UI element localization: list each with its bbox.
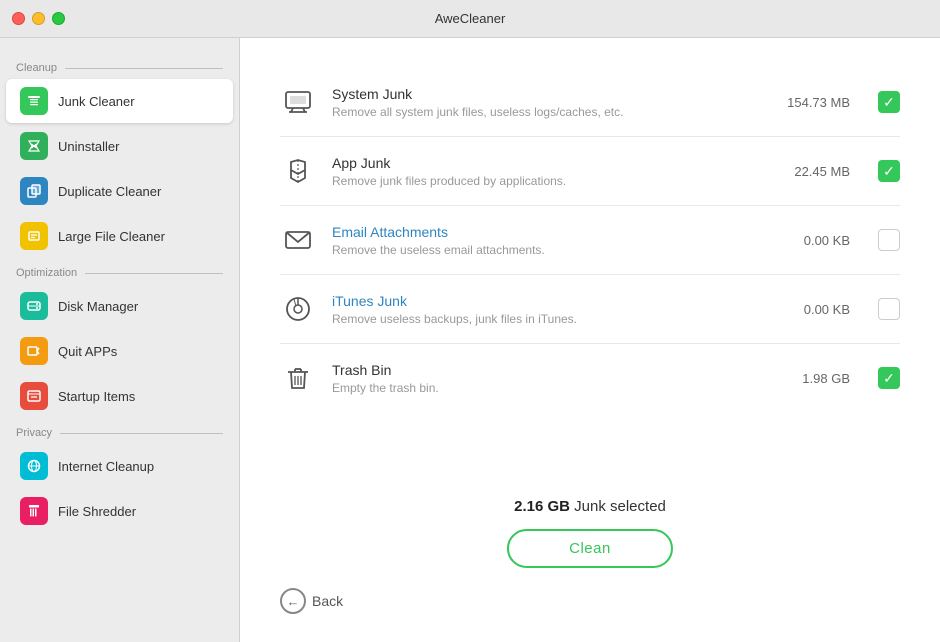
minimize-button[interactable] (32, 12, 45, 25)
trash-bin-desc: Empty the trash bin. (332, 381, 764, 395)
app-junk-icon (280, 153, 316, 189)
clean-button[interactable]: Clean (507, 529, 673, 568)
app-junk-name: App Junk (332, 155, 764, 171)
sidebar-item-disk-manager[interactable]: Disk Manager (6, 284, 233, 328)
app-junk-info: App Junk Remove junk files produced by a… (332, 155, 764, 188)
traffic-lights (12, 12, 65, 25)
quit-apps-icon (20, 337, 48, 365)
sidebar-item-startup-items-label: Startup Items (58, 389, 135, 404)
email-attachments-checkbox[interactable] (878, 229, 900, 251)
content-area: System Junk Remove all system junk files… (240, 38, 940, 642)
uninstaller-icon (20, 132, 48, 160)
system-junk-name: System Junk (332, 86, 764, 102)
back-button[interactable]: ← Back (280, 588, 343, 614)
trash-bin-icon (280, 360, 316, 396)
disk-manager-icon (20, 292, 48, 320)
sidebar-item-large-file-cleaner-label: Large File Cleaner (58, 229, 165, 244)
junk-summary-bold: 2.16 GB (514, 498, 570, 515)
itunes-junk-size: 0.00 KB (780, 302, 850, 317)
back-label: Back (312, 593, 343, 609)
email-attachments-desc: Remove the useless email attachments. (332, 243, 764, 257)
sidebar-item-internet-cleanup[interactable]: Internet Cleanup (6, 444, 233, 488)
app-junk-size: 22.45 MB (780, 164, 850, 179)
back-circle-icon: ← (280, 588, 306, 614)
main-layout: Cleanup Junk Cleaner (0, 38, 940, 642)
checkmark-icon: ✓ (883, 371, 895, 385)
title-bar: AweCleaner (0, 0, 940, 38)
junk-summary-text: Junk selected (570, 498, 666, 515)
sidebar-item-large-file-cleaner[interactable]: Large File Cleaner (6, 214, 233, 258)
itunes-junk-checkbox[interactable] (878, 298, 900, 320)
sidebar-item-junk-cleaner[interactable]: Junk Cleaner (6, 79, 233, 123)
app-junk-desc: Remove junk files produced by applicatio… (332, 174, 764, 188)
junk-item-email-attachments: Email Attachments Remove the useless ema… (280, 206, 900, 275)
sidebar: Cleanup Junk Cleaner (0, 38, 240, 642)
duplicate-cleaner-icon (20, 177, 48, 205)
email-attachments-name: Email Attachments (332, 224, 764, 240)
junk-cleaner-icon (20, 87, 48, 115)
system-junk-checkbox[interactable]: ✓ (878, 91, 900, 113)
app-junk-checkbox[interactable]: ✓ (878, 160, 900, 182)
system-junk-desc: Remove all system junk files, useless lo… (332, 105, 764, 119)
sidebar-item-quit-apps[interactable]: Quit APPs (6, 329, 233, 373)
junk-item-itunes-junk: iTunes Junk Remove useless backups, junk… (280, 275, 900, 344)
junk-item-app-junk: App Junk Remove junk files produced by a… (280, 137, 900, 206)
trash-bin-size: 1.98 GB (780, 371, 850, 386)
sidebar-section-cleanup: Cleanup (0, 54, 239, 78)
system-junk-info: System Junk Remove all system junk files… (332, 86, 764, 119)
email-attachments-icon (280, 222, 316, 258)
itunes-junk-desc: Remove useless backups, junk files in iT… (332, 312, 764, 326)
junk-item-system-junk: System Junk Remove all system junk files… (280, 68, 900, 137)
itunes-junk-info: iTunes Junk Remove useless backups, junk… (332, 293, 764, 326)
fullscreen-button[interactable] (52, 12, 65, 25)
itunes-junk-name: iTunes Junk (332, 293, 764, 309)
sidebar-item-disk-manager-label: Disk Manager (58, 299, 138, 314)
junk-summary: 2.16 GB Junk selected (514, 498, 666, 515)
close-button[interactable] (12, 12, 25, 25)
checkmark-icon: ✓ (883, 164, 895, 178)
email-attachments-size: 0.00 KB (780, 233, 850, 248)
sidebar-item-internet-cleanup-label: Internet Cleanup (58, 459, 154, 474)
sidebar-section-optimization: Optimization (0, 259, 239, 283)
footer: 2.16 GB Junk selected Clean (280, 478, 900, 578)
sidebar-item-duplicate-cleaner[interactable]: Duplicate Cleaner (6, 169, 233, 213)
junk-list: System Junk Remove all system junk files… (280, 68, 900, 478)
system-junk-icon (280, 84, 316, 120)
email-attachments-info: Email Attachments Remove the useless ema… (332, 224, 764, 257)
junk-item-trash-bin: Trash Bin Empty the trash bin. 1.98 GB ✓ (280, 344, 900, 412)
large-file-cleaner-icon (20, 222, 48, 250)
sidebar-item-duplicate-cleaner-label: Duplicate Cleaner (58, 184, 161, 199)
sidebar-section-privacy: Privacy (0, 419, 239, 443)
checkmark-icon: ✓ (883, 95, 895, 109)
itunes-junk-icon (280, 291, 316, 327)
internet-cleanup-icon (20, 452, 48, 480)
sidebar-item-uninstaller[interactable]: Uninstaller (6, 124, 233, 168)
sidebar-item-file-shredder-label: File Shredder (58, 504, 136, 519)
trash-bin-name: Trash Bin (332, 362, 764, 378)
trash-bin-info: Trash Bin Empty the trash bin. (332, 362, 764, 395)
bottom-bar: ← Back (280, 578, 900, 622)
sidebar-item-junk-cleaner-label: Junk Cleaner (58, 94, 135, 109)
system-junk-size: 154.73 MB (780, 95, 850, 110)
startup-items-icon (20, 382, 48, 410)
sidebar-item-startup-items[interactable]: Startup Items (6, 374, 233, 418)
sidebar-item-file-shredder[interactable]: File Shredder (6, 489, 233, 533)
app-title: AweCleaner (435, 11, 506, 26)
sidebar-item-quit-apps-label: Quit APPs (58, 344, 117, 359)
trash-bin-checkbox[interactable]: ✓ (878, 367, 900, 389)
file-shredder-icon (20, 497, 48, 525)
sidebar-item-uninstaller-label: Uninstaller (58, 139, 119, 154)
